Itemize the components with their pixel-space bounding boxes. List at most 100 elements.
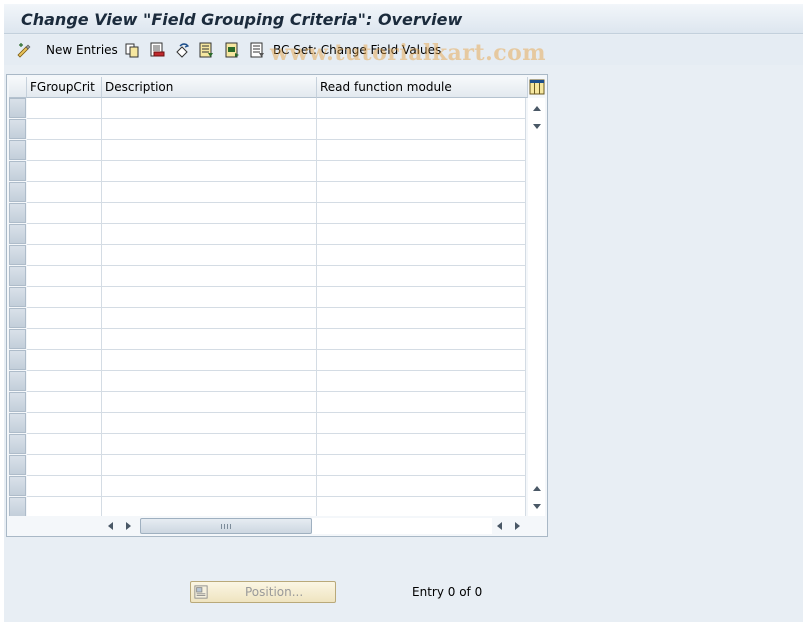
cell-read-function-module[interactable] bbox=[317, 476, 526, 496]
undo-change-button[interactable] bbox=[174, 40, 190, 60]
cell-description[interactable] bbox=[102, 413, 317, 433]
cell-description[interactable] bbox=[102, 161, 317, 181]
cell-read-function-module[interactable] bbox=[317, 371, 526, 391]
row-selector[interactable] bbox=[9, 371, 26, 391]
cell-fgroupcrit[interactable] bbox=[27, 329, 102, 349]
cell-description[interactable] bbox=[102, 392, 317, 412]
cell-read-function-module[interactable] bbox=[317, 392, 526, 412]
cell-description[interactable] bbox=[102, 245, 317, 265]
cell-fgroupcrit[interactable] bbox=[27, 203, 102, 223]
cell-read-function-module[interactable] bbox=[317, 497, 526, 517]
cell-fgroupcrit[interactable] bbox=[27, 392, 102, 412]
change-display-button[interactable] bbox=[16, 40, 32, 60]
cell-read-function-module[interactable] bbox=[317, 350, 526, 370]
scroll-up-button[interactable] bbox=[528, 118, 545, 135]
table-settings-button[interactable] bbox=[528, 77, 545, 97]
row-selector[interactable] bbox=[9, 413, 26, 433]
cell-description[interactable] bbox=[102, 182, 317, 202]
cell-read-function-module[interactable] bbox=[317, 224, 526, 244]
scroll-page-up-button[interactable] bbox=[528, 100, 545, 117]
row-selector[interactable] bbox=[9, 476, 26, 496]
scroll-left-button-2[interactable] bbox=[492, 519, 506, 533]
cell-fgroupcrit[interactable] bbox=[27, 287, 102, 307]
row-selector[interactable] bbox=[9, 98, 26, 118]
cell-description[interactable] bbox=[102, 119, 317, 139]
cell-description[interactable] bbox=[102, 329, 317, 349]
row-selector[interactable] bbox=[9, 119, 26, 139]
cell-description[interactable] bbox=[102, 287, 317, 307]
delete-button[interactable] bbox=[149, 40, 165, 60]
scroll-left-button[interactable] bbox=[103, 519, 117, 533]
row-selector[interactable] bbox=[9, 161, 26, 181]
cell-fgroupcrit[interactable] bbox=[27, 140, 102, 160]
cell-description[interactable] bbox=[102, 266, 317, 286]
scroll-right-button-2[interactable] bbox=[510, 519, 524, 533]
cell-read-function-module[interactable] bbox=[317, 98, 526, 118]
cell-description[interactable] bbox=[102, 140, 317, 160]
scroll-right-button[interactable] bbox=[121, 519, 135, 533]
cell-read-function-module[interactable] bbox=[317, 434, 526, 454]
cell-description[interactable] bbox=[102, 476, 317, 496]
cell-read-function-module[interactable] bbox=[317, 329, 526, 349]
bc-set-change-field-values-button[interactable]: BC Set: Change Field Values bbox=[273, 40, 441, 60]
row-selector[interactable] bbox=[9, 455, 26, 475]
horizontal-scroll-track[interactable] bbox=[312, 518, 492, 534]
row-selector[interactable] bbox=[9, 245, 26, 265]
cell-fgroupcrit[interactable] bbox=[27, 413, 102, 433]
cell-description[interactable] bbox=[102, 224, 317, 244]
deselect-all-button[interactable] bbox=[249, 40, 265, 60]
cell-description[interactable] bbox=[102, 455, 317, 475]
cell-fgroupcrit[interactable] bbox=[27, 245, 102, 265]
cell-read-function-module[interactable] bbox=[317, 161, 526, 181]
cell-read-function-module[interactable] bbox=[317, 140, 526, 160]
cell-description[interactable] bbox=[102, 203, 317, 223]
row-selector[interactable] bbox=[9, 140, 26, 160]
cell-read-function-module[interactable] bbox=[317, 266, 526, 286]
row-selector[interactable] bbox=[9, 224, 26, 244]
select-block-button[interactable] bbox=[224, 40, 240, 60]
row-selector[interactable] bbox=[9, 392, 26, 412]
select-all-rows-header[interactable] bbox=[9, 77, 27, 98]
row-selector[interactable] bbox=[9, 266, 26, 286]
cell-fgroupcrit[interactable] bbox=[27, 98, 102, 118]
cell-fgroupcrit[interactable] bbox=[27, 371, 102, 391]
cell-read-function-module[interactable] bbox=[317, 245, 526, 265]
row-selector[interactable] bbox=[9, 329, 26, 349]
cell-description[interactable] bbox=[102, 98, 317, 118]
cell-fgroupcrit[interactable] bbox=[27, 434, 102, 454]
cell-read-function-module[interactable] bbox=[317, 119, 526, 139]
horizontal-scroll-thumb[interactable] bbox=[140, 518, 312, 534]
select-all-button[interactable] bbox=[198, 40, 214, 60]
cell-read-function-module[interactable] bbox=[317, 413, 526, 433]
cell-fgroupcrit[interactable] bbox=[27, 161, 102, 181]
row-selector[interactable] bbox=[9, 434, 26, 454]
row-selector[interactable] bbox=[9, 350, 26, 370]
new-entries-button[interactable]: New Entries bbox=[46, 40, 118, 60]
copy-as-button[interactable] bbox=[124, 40, 140, 60]
row-selector[interactable] bbox=[9, 203, 26, 223]
cell-fgroupcrit[interactable] bbox=[27, 455, 102, 475]
cell-read-function-module[interactable] bbox=[317, 287, 526, 307]
cell-fgroupcrit[interactable] bbox=[27, 308, 102, 328]
scroll-down-page-up-button[interactable] bbox=[528, 480, 545, 497]
cell-fgroupcrit[interactable] bbox=[27, 497, 102, 517]
cell-read-function-module[interactable] bbox=[317, 182, 526, 202]
cell-fgroupcrit[interactable] bbox=[27, 224, 102, 244]
row-selector[interactable] bbox=[9, 182, 26, 202]
cell-description[interactable] bbox=[102, 308, 317, 328]
cell-description[interactable] bbox=[102, 434, 317, 454]
row-selector[interactable] bbox=[9, 497, 26, 517]
cell-fgroupcrit[interactable] bbox=[27, 350, 102, 370]
cell-read-function-module[interactable] bbox=[317, 455, 526, 475]
scroll-page-down-button[interactable] bbox=[528, 498, 545, 515]
row-selector[interactable] bbox=[9, 287, 26, 307]
cell-description[interactable] bbox=[102, 350, 317, 370]
column-header-fgroupcrit[interactable]: FGroupCrit bbox=[27, 77, 102, 98]
cell-read-function-module[interactable] bbox=[317, 203, 526, 223]
column-header-description[interactable]: Description bbox=[102, 77, 317, 98]
vertical-scrollbar[interactable] bbox=[528, 98, 545, 516]
cell-fgroupcrit[interactable] bbox=[27, 182, 102, 202]
cell-fgroupcrit[interactable] bbox=[27, 266, 102, 286]
row-selector[interactable] bbox=[9, 308, 26, 328]
cell-description[interactable] bbox=[102, 497, 317, 517]
